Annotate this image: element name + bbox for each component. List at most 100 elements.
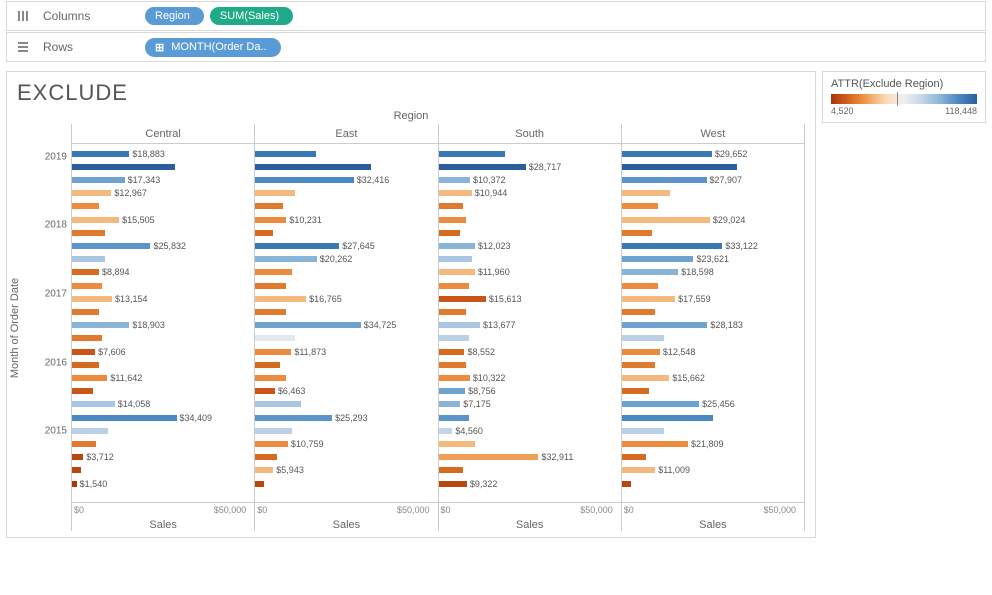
bar[interactable] <box>622 190 671 196</box>
bar[interactable] <box>622 335 665 341</box>
bar[interactable] <box>255 296 306 302</box>
bar[interactable] <box>72 322 129 328</box>
panel-body[interactable]: $28,717$10,372$10,944$12,023$11,960$15,6… <box>439 144 621 502</box>
bar[interactable] <box>622 243 723 249</box>
bar[interactable] <box>439 401 461 407</box>
bar[interactable] <box>255 256 317 262</box>
bar[interactable] <box>255 269 291 275</box>
bar[interactable] <box>622 441 688 447</box>
legend-marker[interactable] <box>897 92 898 106</box>
bar[interactable] <box>439 283 469 289</box>
bar[interactable] <box>622 349 660 355</box>
bar[interactable] <box>255 481 264 487</box>
bar[interactable] <box>439 322 481 328</box>
bar[interactable] <box>439 217 466 223</box>
bar[interactable] <box>439 309 466 315</box>
bar[interactable] <box>622 454 646 460</box>
x-axis[interactable]: $0$50,000 <box>72 502 254 518</box>
bar[interactable] <box>255 467 273 473</box>
bar[interactable] <box>72 151 129 157</box>
bar[interactable] <box>72 375 107 381</box>
columns-shelf[interactable]: Columns RegionSUM(Sales) <box>6 1 986 31</box>
bar[interactable] <box>439 230 460 236</box>
bar[interactable] <box>622 467 655 473</box>
bar[interactable] <box>622 203 658 209</box>
bar[interactable] <box>255 362 279 368</box>
panel-body[interactable]: $29,652$27,907$29,024$33,122$23,621$18,5… <box>622 144 804 502</box>
panel-header[interactable]: Central <box>72 124 254 144</box>
bar[interactable] <box>72 335 102 341</box>
bar[interactable] <box>72 388 93 394</box>
bar[interactable] <box>72 401 115 407</box>
bar[interactable] <box>439 151 506 157</box>
bar[interactable] <box>72 190 111 196</box>
bar[interactable] <box>72 203 99 209</box>
bar[interactable] <box>72 177 125 183</box>
bar[interactable] <box>622 388 649 394</box>
bar[interactable] <box>439 349 465 355</box>
bar[interactable] <box>622 375 670 381</box>
bar[interactable] <box>439 243 476 249</box>
bar[interactable] <box>622 256 694 262</box>
bar[interactable] <box>72 269 99 275</box>
bar[interactable] <box>622 401 699 407</box>
bar[interactable] <box>255 203 282 209</box>
bar[interactable] <box>72 283 102 289</box>
bar[interactable] <box>255 177 353 183</box>
color-legend[interactable]: ATTR(Exclude Region) 4,520 118,448 <box>822 71 986 538</box>
bar[interactable] <box>622 322 708 328</box>
bar[interactable] <box>255 415 332 421</box>
bar[interactable] <box>622 283 658 289</box>
bar[interactable] <box>622 217 710 223</box>
bar[interactable] <box>72 230 105 236</box>
pill-sum-sales-[interactable]: SUM(Sales) <box>210 7 293 25</box>
bar[interactable] <box>72 243 150 249</box>
bar[interactable] <box>622 415 713 421</box>
bar[interactable] <box>72 217 119 223</box>
sheet-title[interactable]: EXCLUDE <box>17 80 805 106</box>
bar[interactable] <box>439 441 475 447</box>
bar[interactable] <box>255 335 294 341</box>
bar[interactable] <box>72 454 83 460</box>
bar[interactable] <box>439 269 475 275</box>
bar[interactable] <box>439 190 472 196</box>
bar[interactable] <box>622 296 675 302</box>
visualization-area[interactable]: EXCLUDE Region Month of Order Date 20192… <box>6 71 816 538</box>
legend-gradient[interactable] <box>831 94 977 104</box>
bar[interactable] <box>255 454 276 460</box>
bar[interactable] <box>622 177 707 183</box>
x-axis[interactable]: $0$50,000 <box>439 502 621 518</box>
bar[interactable] <box>72 349 95 355</box>
bar[interactable] <box>439 177 471 183</box>
expand-icon[interactable]: ⊞ <box>155 41 164 54</box>
bar[interactable] <box>255 309 285 315</box>
bar[interactable] <box>72 481 77 487</box>
panel-header[interactable]: East <box>255 124 437 144</box>
bar[interactable] <box>622 164 737 170</box>
bar[interactable] <box>72 164 175 170</box>
bar[interactable] <box>72 428 108 434</box>
bar[interactable] <box>255 441 288 447</box>
panel-body[interactable]: $32,416$10,231$27,645$20,262$16,765$34,7… <box>255 144 437 502</box>
bar[interactable] <box>622 151 712 157</box>
bar[interactable] <box>255 349 291 355</box>
bar[interactable] <box>72 415 177 421</box>
bar[interactable] <box>255 388 275 394</box>
bar[interactable] <box>72 309 99 315</box>
bar[interactable] <box>439 481 467 487</box>
bar[interactable] <box>622 362 655 368</box>
bar[interactable] <box>439 256 472 262</box>
bar[interactable] <box>255 375 285 381</box>
panel-header[interactable]: West <box>622 124 804 144</box>
bar[interactable] <box>622 428 665 434</box>
bar[interactable] <box>72 296 112 302</box>
x-axis[interactable]: $0$50,000 <box>622 502 804 518</box>
bar[interactable] <box>255 190 294 196</box>
bar[interactable] <box>255 243 339 249</box>
panel-header[interactable]: South <box>439 124 621 144</box>
bar[interactable] <box>255 164 370 170</box>
bar[interactable] <box>439 203 463 209</box>
bar[interactable] <box>255 230 273 236</box>
bar[interactable] <box>439 454 539 460</box>
panel-body[interactable]: $18,883$17,343$12,967$15,505$25,832$8,89… <box>72 144 254 502</box>
